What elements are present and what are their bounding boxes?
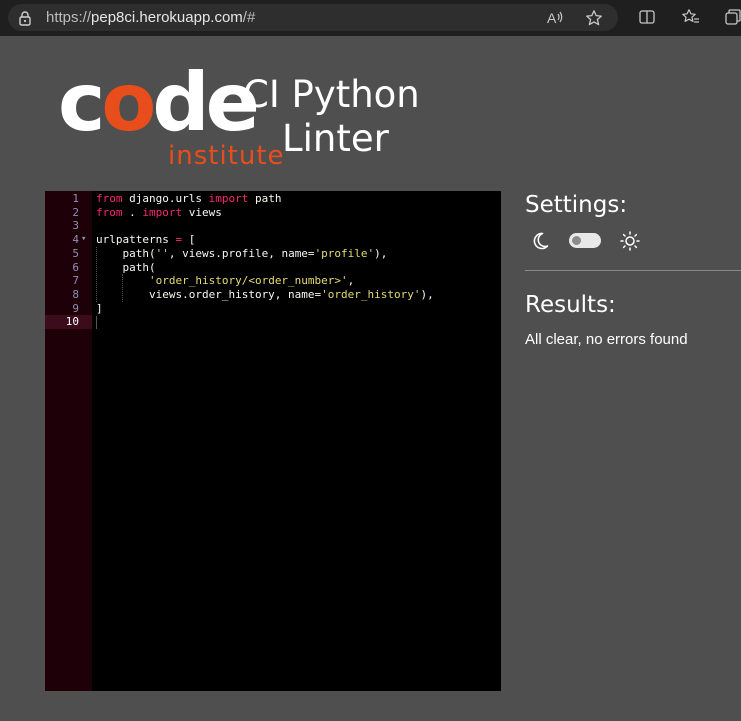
- indent-guide: [122, 274, 124, 302]
- code-token: .: [122, 205, 143, 219]
- code-line[interactable]: 1 from django.urls import path: [45, 192, 501, 206]
- favorite-star-icon[interactable]: [585, 9, 603, 27]
- code-token: ),: [374, 246, 388, 260]
- code-line[interactable]: 4 ▾ urlpatterns = [: [45, 233, 501, 247]
- code-token: path(: [96, 246, 156, 260]
- theme-toggle[interactable]: [569, 233, 601, 248]
- code-text: urlpatterns = [: [96, 233, 195, 247]
- split-screen-icon[interactable]: [638, 8, 656, 26]
- sun-icon[interactable]: [620, 231, 640, 251]
- code-text: views.order_history, name='order_history…: [96, 288, 434, 302]
- code-token: ),: [420, 287, 434, 301]
- keyword-token: import: [208, 192, 249, 205]
- string-token: 'profile': [314, 246, 375, 260]
- code-line[interactable]: 5 path('', views.profile, name='profile'…: [45, 247, 501, 261]
- line-number: 6: [72, 260, 79, 274]
- code-token: [: [182, 233, 196, 247]
- code-token: views.order_history, name=: [96, 287, 322, 301]
- code-text: 'order_history/<order_number>',: [96, 274, 354, 288]
- code-line[interactable]: 10: [45, 315, 501, 329]
- settings-heading: Settings:: [525, 192, 628, 218]
- keyword-token: import: [142, 205, 183, 219]
- indent-guide: [96, 246, 98, 302]
- line-number: 3: [72, 219, 79, 233]
- keyword-token: from: [96, 192, 123, 205]
- code-text: from . import views: [96, 206, 222, 220]
- code-token: ,: [347, 274, 355, 288]
- logo-institute-text: institute: [168, 141, 285, 171]
- code-text: ]: [96, 302, 103, 316]
- results-heading: Results:: [525, 292, 616, 318]
- favorites-icon[interactable]: [682, 8, 700, 26]
- line-number: 8: [72, 287, 79, 301]
- toggle-knob: [572, 236, 581, 245]
- app-title-line-2: Linter: [282, 117, 389, 160]
- collections-icon[interactable]: [724, 8, 741, 26]
- keyword-token: from: [96, 205, 123, 219]
- url-domain: pep8ci.herokuapp.com: [91, 9, 243, 26]
- code-line[interactable]: 7 'order_history/<order_number>',: [45, 274, 501, 288]
- code-token: path: [248, 192, 282, 205]
- string-token: 'order_history': [321, 287, 421, 301]
- code-token: urlpatterns: [96, 233, 176, 247]
- code-token: , views.profile, name=: [168, 246, 315, 260]
- line-number: 10: [65, 315, 79, 329]
- results-message: All clear, no errors found: [525, 331, 688, 348]
- read-aloud-icon[interactable]: A: [546, 9, 564, 27]
- line-number: 5: [72, 246, 79, 260]
- code-line[interactable]: 9]: [45, 302, 501, 316]
- browser-toolbar: https://pep8ci.herokuapp.com/# A: [0, 0, 741, 36]
- code-text: path('', views.profile, name='profile'),: [96, 247, 387, 261]
- url-prefix: https://: [46, 9, 92, 26]
- code-line[interactable]: 6 path(: [45, 261, 501, 275]
- line-number: 9: [72, 301, 79, 315]
- code-token: ]: [96, 301, 103, 315]
- line-number: 2: [72, 205, 79, 219]
- code-text: path(: [96, 260, 156, 275]
- logo-letter-c: c: [58, 56, 105, 149]
- moon-icon[interactable]: [530, 231, 550, 251]
- string-token: 'order_history/<order_number>': [148, 274, 348, 288]
- svg-text:A: A: [547, 10, 557, 26]
- logo-letters-de: de: [152, 56, 260, 149]
- lock-icon[interactable]: [18, 10, 32, 26]
- app-title-line-1: CI Python: [243, 73, 420, 116]
- code-editor[interactable]: 1 from django.urls import path 2 from . imp…: [45, 191, 501, 691]
- line-number: 1: [72, 192, 79, 205]
- line-number: 4: [72, 233, 79, 247]
- line-number: 7: [72, 274, 79, 288]
- code-token: path(: [96, 260, 156, 274]
- url-text[interactable]: https://pep8ci.herokuapp.com/#: [46, 9, 255, 26]
- code-line[interactable]: 2 from . import views: [45, 206, 501, 220]
- code-token: views: [182, 205, 222, 219]
- code-token: django.urls: [122, 192, 209, 205]
- code-line[interactable]: 8 views.order_history, name='order_histo…: [45, 288, 501, 302]
- code-text: from django.urls import path: [96, 192, 281, 206]
- code-line[interactable]: 3: [45, 219, 501, 233]
- url-suffix: /#: [242, 9, 256, 26]
- address-bar[interactable]: https://pep8ci.herokuapp.com/# A: [8, 4, 618, 31]
- logo-letter-o: o: [101, 56, 156, 149]
- fold-toggle-icon[interactable]: ▾: [81, 233, 89, 247]
- code-institute-logo: code: [58, 63, 260, 143]
- section-divider: [525, 270, 741, 271]
- string-token: '': [155, 246, 169, 260]
